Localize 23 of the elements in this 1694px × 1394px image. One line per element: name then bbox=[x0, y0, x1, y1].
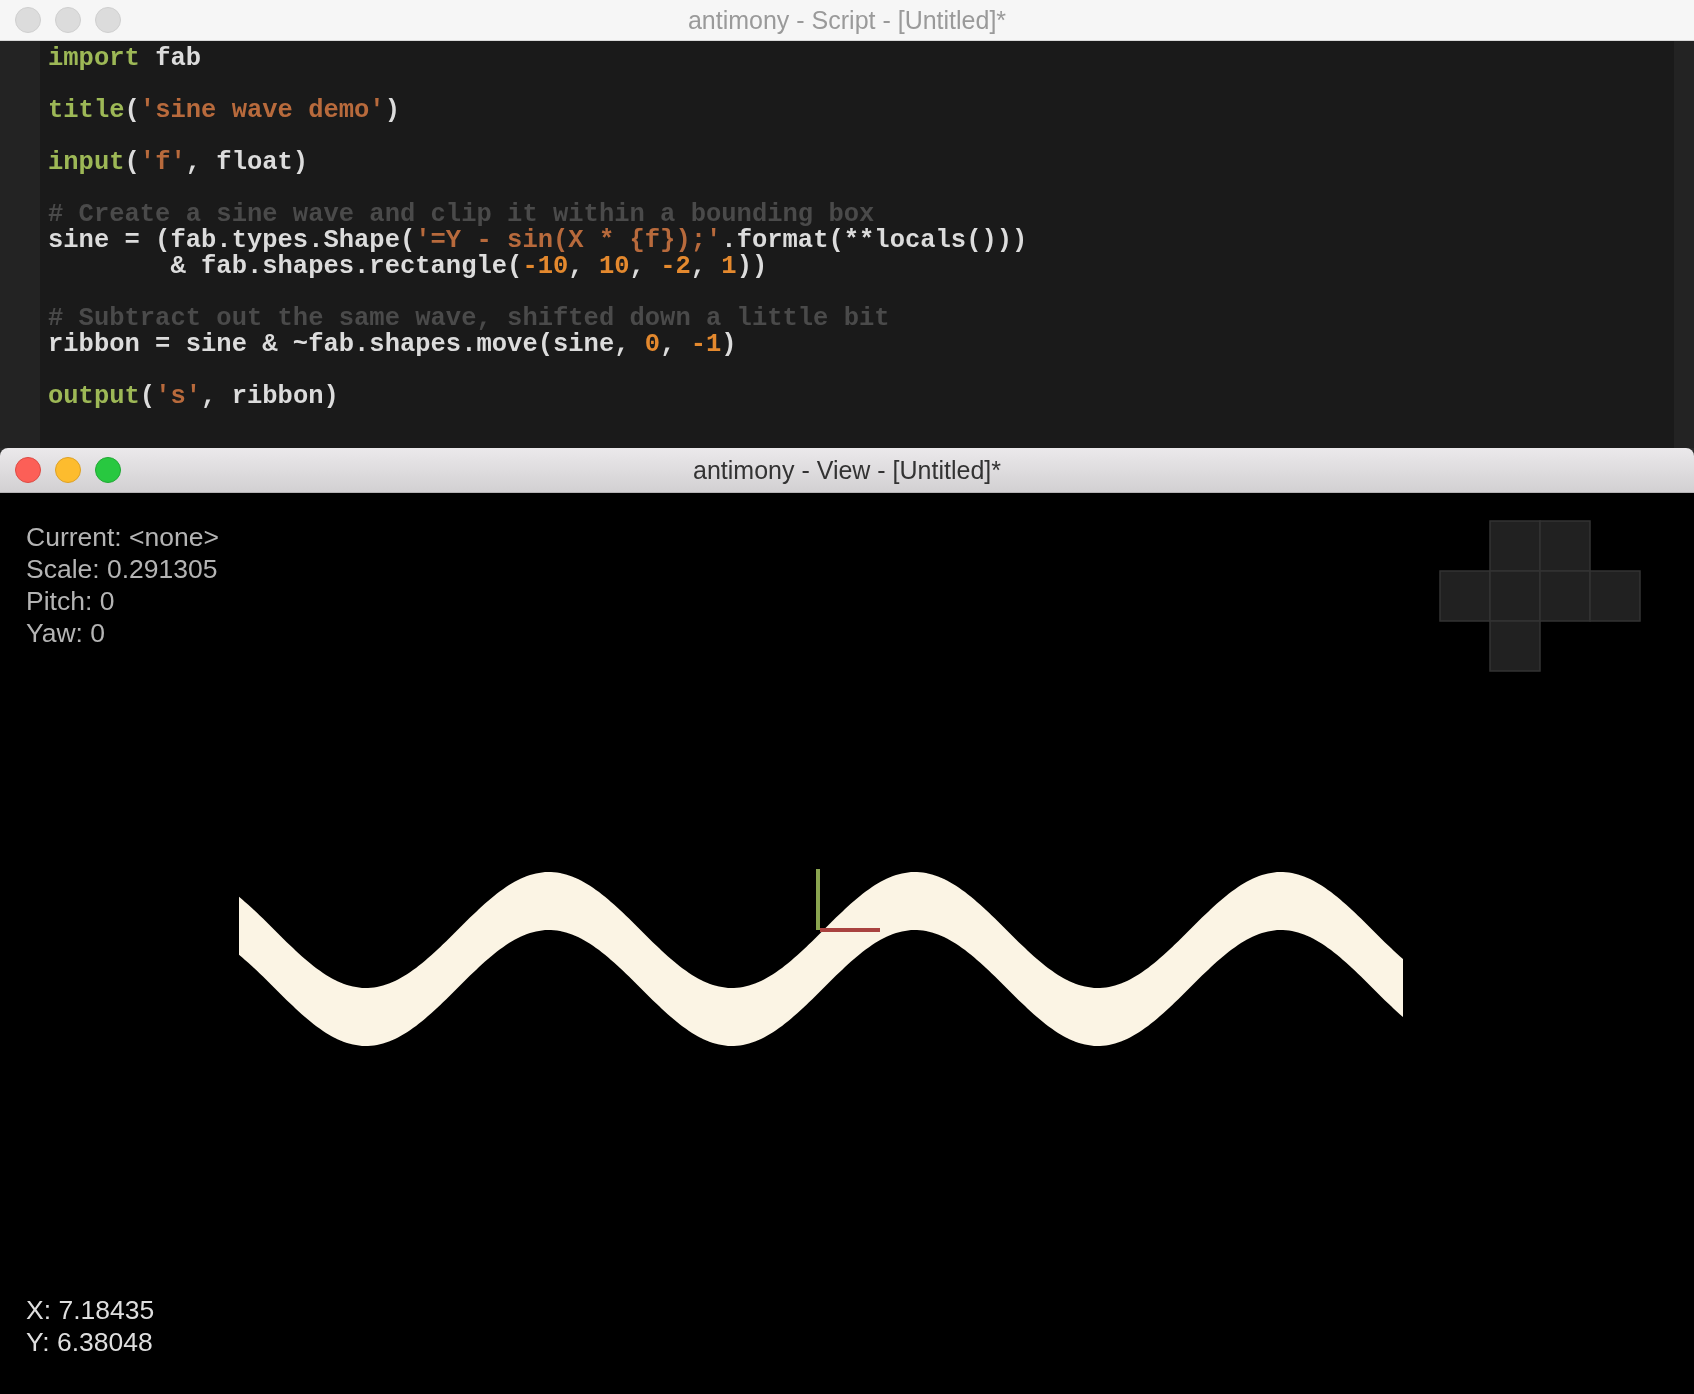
window-title: antimony - View - [Untitled]* bbox=[693, 455, 1001, 485]
view-info-text: Yaw: 0 bbox=[26, 617, 106, 649]
code-line: & fab.shapes.rectangle(-10, 10, -2, 1)) bbox=[169, 254, 768, 280]
minimize-button[interactable] bbox=[55, 7, 81, 33]
code-line: title('sine wave demo') bbox=[48, 98, 400, 124]
view-info-text: Scale: 0.291305 bbox=[26, 553, 218, 585]
close-button[interactable] bbox=[15, 457, 41, 483]
cursor-coordinate-text: X: 7.18435 bbox=[26, 1294, 155, 1326]
view-info-text: Current: <none> bbox=[26, 521, 219, 553]
axes-drawing bbox=[816, 869, 880, 932]
maximize-button[interactable] bbox=[95, 7, 121, 33]
cursor-coordinate-text: Y: 6.38048 bbox=[26, 1326, 153, 1358]
code-line: input('f', float) bbox=[48, 150, 309, 176]
window-title: antimony - Script - [Untitled]* bbox=[687, 5, 1007, 35]
code-line: ribbon = sine & ~fab.shapes.move(sine, 0, -1) bbox=[48, 332, 737, 358]
view-info-text: Pitch: 0 bbox=[26, 585, 115, 617]
code-line: sine = (fab.types.Shape('=Y - sin(X * {f});'.format(**locals())) bbox=[48, 228, 1028, 254]
code-line: import fab bbox=[48, 46, 202, 72]
view-cube-icon[interactable] bbox=[1439, 520, 1641, 672]
code-line: output('s', ribbon) bbox=[48, 384, 339, 410]
maximize-button[interactable] bbox=[95, 457, 121, 483]
3d-viewport[interactable]: Current: <none> Scale: 0.291305 Pitch: 0 Yaw: 0 X: 7.18435 Y: 6.38048 bbox=[0, 493, 1694, 1394]
minimize-button[interactable] bbox=[55, 457, 81, 483]
